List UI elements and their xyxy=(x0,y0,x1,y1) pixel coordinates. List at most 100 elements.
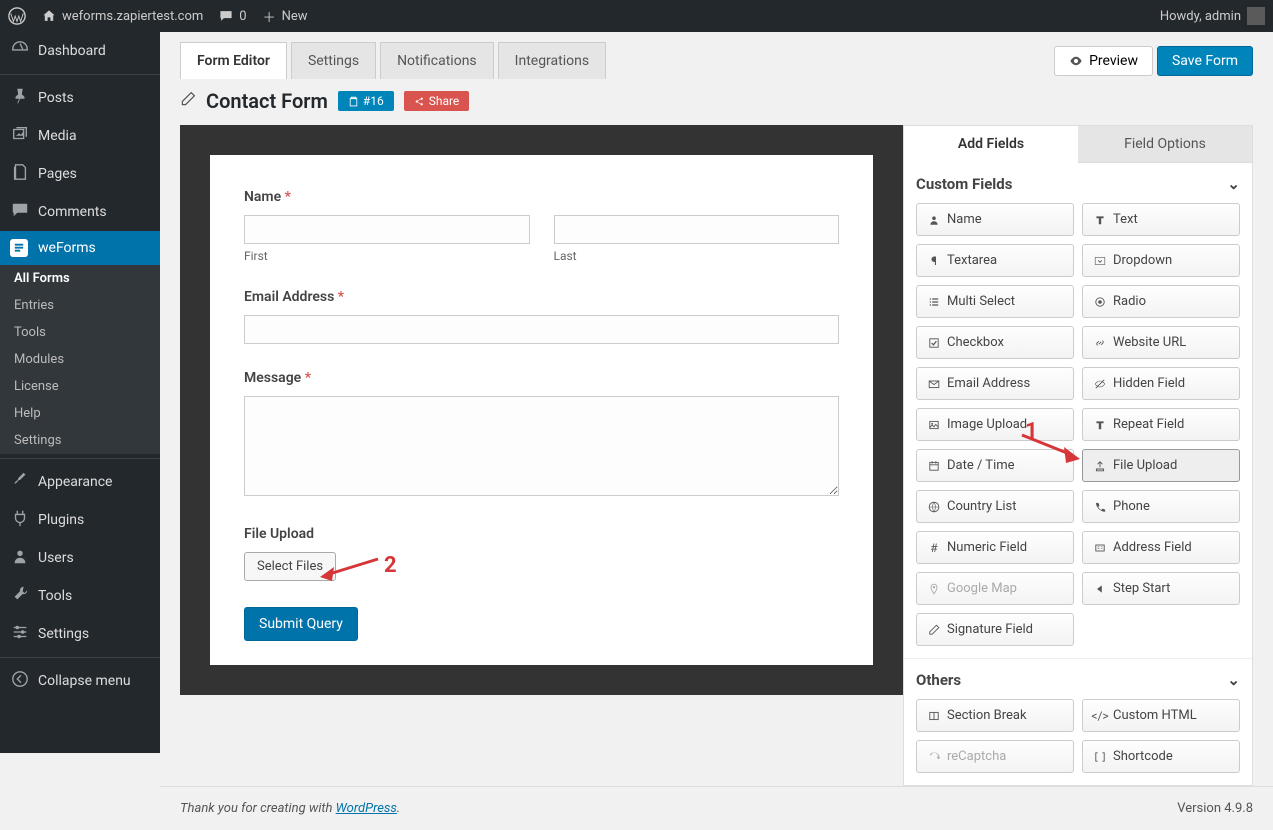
required-mark: * xyxy=(338,289,344,305)
form-canvas-bg: Name * First Last Email Address * xyxy=(180,125,903,695)
edit-title-icon[interactable] xyxy=(180,91,196,111)
field-type-dropdown[interactable]: Dropdown xyxy=(1082,244,1240,277)
sidebar-submenu-weforms: All Forms Entries Tools Modules License … xyxy=(0,265,160,454)
sidebar-sub-license[interactable]: License xyxy=(0,373,160,400)
field-type-section-break[interactable]: Section Break xyxy=(916,699,1074,732)
field-type-step-start[interactable]: Step Start xyxy=(1082,572,1240,605)
field-type-label: Checkbox xyxy=(947,335,1004,350)
field-type-shortcode[interactable]: Shortcode xyxy=(1082,740,1240,773)
main-content: Form Editor Settings Notifications Integ… xyxy=(160,32,1273,830)
sidebar-sub-allforms[interactable]: All Forms xyxy=(0,265,160,292)
field-type-address-field[interactable]: Address Field xyxy=(1082,531,1240,564)
field-type-file-upload[interactable]: File Upload xyxy=(1082,449,1240,482)
howdy-user[interactable]: Howdy, admin xyxy=(1160,7,1265,25)
sidebar-item-plugins[interactable]: Plugins xyxy=(0,501,160,539)
field-message[interactable]: Message * xyxy=(244,370,839,500)
share-button[interactable]: Share xyxy=(404,91,470,111)
field-type-checkbox[interactable]: Checkbox xyxy=(916,326,1074,359)
sidebar-item-users[interactable]: Users xyxy=(0,539,160,577)
email-input[interactable] xyxy=(244,315,839,344)
tab-settings[interactable]: Settings xyxy=(291,42,376,79)
eye-icon xyxy=(1069,54,1083,68)
field-email[interactable]: Email Address * xyxy=(244,289,839,344)
field-name[interactable]: Name * First Last xyxy=(244,189,839,263)
preview-button[interactable]: Preview xyxy=(1054,46,1153,76)
field-type-country-list[interactable]: Country List xyxy=(916,490,1074,523)
tab-notifications[interactable]: Notifications xyxy=(380,42,494,79)
field-type-signature-field[interactable]: Signature Field xyxy=(916,613,1074,646)
caret-down-icon xyxy=(1093,254,1107,268)
sidebar-item-settings[interactable]: Settings xyxy=(0,615,160,653)
field-type-website-url[interactable]: Website URL xyxy=(1082,326,1240,359)
comment-icon xyxy=(219,9,233,23)
field-type-name[interactable]: Name xyxy=(916,203,1074,236)
para-icon: ¶ xyxy=(927,254,941,268)
sidebar-item-pages[interactable]: Pages xyxy=(0,155,160,193)
field-type-custom-html[interactable]: </>Custom HTML xyxy=(1082,699,1240,732)
address-icon xyxy=(1093,541,1107,555)
field-fileupload[interactable]: File Upload Select Files xyxy=(244,526,839,581)
field-type-date-time[interactable]: Date / Time xyxy=(916,449,1074,482)
sidebar-item-comments[interactable]: Comments xyxy=(0,193,160,231)
tab-form-editor[interactable]: Form Editor xyxy=(180,42,287,79)
site-link[interactable]: weforms.zapiertest.com xyxy=(42,9,203,24)
sidebar-sub-settings[interactable]: Settings xyxy=(0,427,160,454)
field-type-label: Shortcode xyxy=(1113,749,1173,764)
panel-tab-field-options[interactable]: Field Options xyxy=(1078,126,1252,163)
select-files-button[interactable]: Select Files xyxy=(244,552,336,581)
field-type-label: Step Start xyxy=(1113,581,1170,596)
sidebar-sub-entries[interactable]: Entries xyxy=(0,292,160,319)
sidebar-item-appearance[interactable]: Appearance xyxy=(0,463,160,501)
sidebar-item-weforms[interactable]: weForms xyxy=(0,231,160,265)
step-icon xyxy=(1093,582,1107,596)
field-type-image-upload[interactable]: Image Upload xyxy=(916,408,1074,441)
sidebar-sub-help[interactable]: Help xyxy=(0,400,160,427)
sidebar-item-tools[interactable]: Tools xyxy=(0,577,160,615)
field-type-label: File Upload xyxy=(1113,458,1177,473)
field-type-phone[interactable]: Phone xyxy=(1082,490,1240,523)
last-name-input[interactable] xyxy=(554,215,840,244)
sidebar-item-media[interactable]: Media xyxy=(0,117,160,155)
save-form-button[interactable]: Save Form xyxy=(1157,46,1253,76)
sidebar-item-posts[interactable]: Posts xyxy=(0,79,160,117)
text-icon xyxy=(1093,213,1107,227)
sidebar-item-dashboard[interactable]: Dashboard xyxy=(0,32,160,70)
tab-integrations[interactable]: Integrations xyxy=(498,42,606,79)
field-type-multi-select[interactable]: Multi Select xyxy=(916,285,1074,318)
form-id-badge[interactable]: #16 xyxy=(338,91,394,111)
field-type-text[interactable]: Text xyxy=(1082,203,1240,236)
sidebar-sub-modules[interactable]: Modules xyxy=(0,346,160,373)
first-name-input[interactable] xyxy=(244,215,530,244)
message-textarea[interactable] xyxy=(244,396,839,496)
field-type-radio[interactable]: Radio xyxy=(1082,285,1240,318)
field-type-email-address[interactable]: Email Address xyxy=(916,367,1074,400)
wordpress-link[interactable]: WordPress xyxy=(336,801,397,816)
wp-logo[interactable] xyxy=(8,7,26,25)
gauge-icon xyxy=(10,40,30,62)
collapse-icon xyxy=(10,670,30,692)
field-type-textarea[interactable]: ¶Textarea xyxy=(916,244,1074,277)
field-type-label: reCaptcha xyxy=(947,749,1006,764)
field-type-label: Numeric Field xyxy=(947,540,1027,555)
sidebar-sub-tools[interactable]: Tools xyxy=(0,319,160,346)
comments-bubble[interactable]: 0 xyxy=(219,9,246,24)
custom-fields-heading[interactable]: Custom Fields⌄ xyxy=(916,175,1240,193)
panel-tab-add-fields[interactable]: Add Fields xyxy=(904,126,1078,163)
fields-panel: Add Fields Field Options Custom Fields⌄ … xyxy=(903,125,1253,786)
field-type-google-map: Google Map xyxy=(916,572,1074,605)
submit-button[interactable]: Submit Query xyxy=(244,607,358,641)
others-heading[interactable]: Others⌄ xyxy=(916,671,1240,689)
image-icon xyxy=(927,418,941,432)
field-type-label: Text xyxy=(1113,212,1138,227)
pin-icon xyxy=(927,582,941,596)
list-icon xyxy=(927,295,941,309)
hash-icon: # xyxy=(927,541,941,555)
field-type-numeric-field[interactable]: # Numeric Field xyxy=(916,531,1074,564)
mail-icon xyxy=(927,377,941,391)
recaptcha-icon xyxy=(927,750,941,764)
new-content[interactable]: ＋New xyxy=(263,7,308,26)
field-type-hidden-field[interactable]: Hidden Field xyxy=(1082,367,1240,400)
sidebar-item-collapse[interactable]: Collapse menu xyxy=(0,662,160,700)
pen-icon xyxy=(927,623,941,637)
field-type-repeat-field[interactable]: Repeat Field xyxy=(1082,408,1240,441)
